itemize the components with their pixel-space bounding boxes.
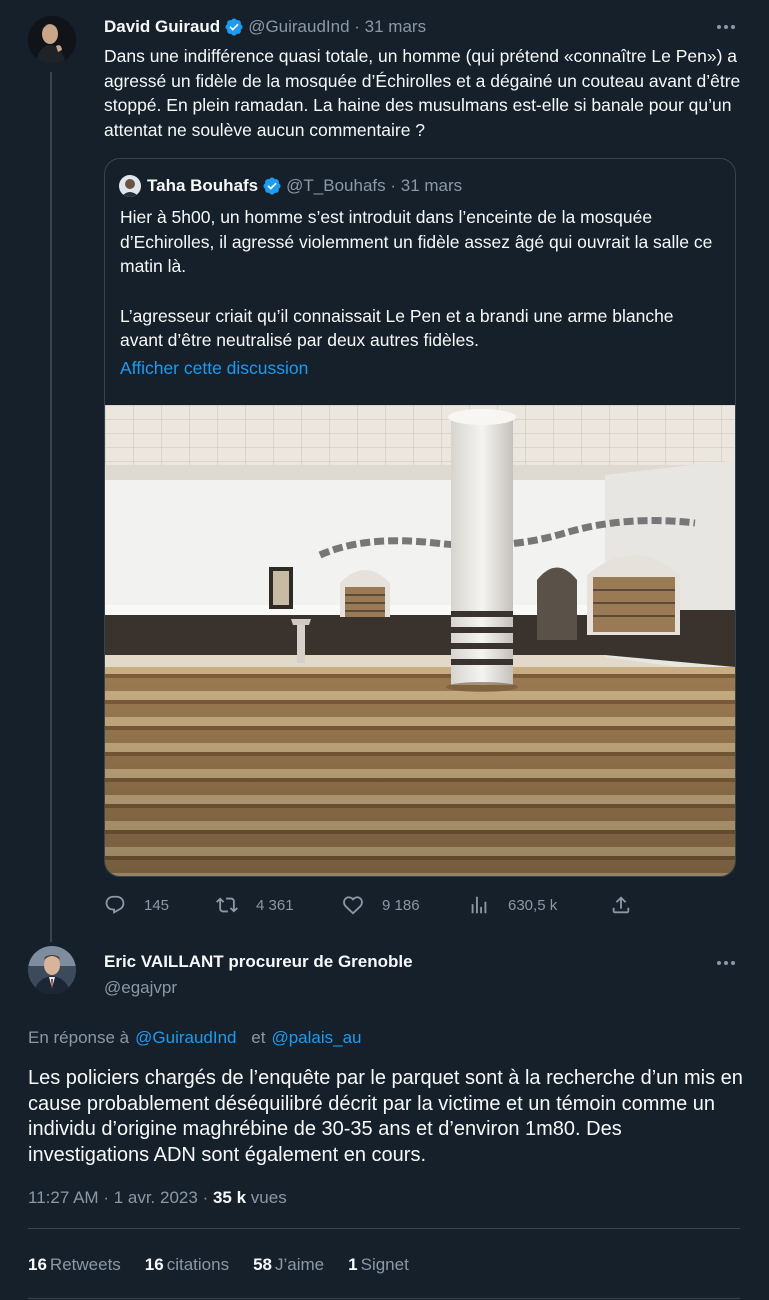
tweet-header: Eric VAILLANT procureur de Grenoble @ega… xyxy=(104,952,413,998)
tweet-meta: 11:27 AM · 1 avr. 2023 · 35 k vues xyxy=(28,1188,287,1208)
separator-dot: · xyxy=(202,1188,213,1207)
tweet-date[interactable]: 31 mars xyxy=(365,17,426,37)
separator-dot: · xyxy=(385,176,401,195)
tweet-text: Dans une indifférence quasi totale, un h… xyxy=(104,46,741,140)
verified-badge-icon xyxy=(263,177,281,195)
bookmarks-label: Signet xyxy=(360,1255,409,1274)
tweet-text: Les policiers chargés de l’enquête par l… xyxy=(28,1067,743,1166)
separator-dot: · xyxy=(349,17,365,36)
show-thread-link[interactable]: Afficher cette discussion xyxy=(120,358,308,379)
parent-tweet[interactable]: David Guiraud @GuiraudInd · 31 mars Dans… xyxy=(0,0,769,942)
views-count: 35 k xyxy=(212,1188,247,1207)
avatar[interactable] xyxy=(28,946,76,994)
bookmarks-count: 1 xyxy=(348,1255,358,1274)
author-name[interactable]: David Guiraud xyxy=(104,17,220,37)
mosque-photo[interactable] xyxy=(105,405,735,876)
quoted-paragraph: L’agresseur criait qu’il connaissait Le … xyxy=(120,305,674,351)
views-label: vues xyxy=(250,1188,287,1207)
more-icon[interactable] xyxy=(715,16,737,38)
author-handle[interactable]: @GuiraudInd xyxy=(248,17,349,37)
reply-mention-link[interactable]: @palais_au xyxy=(271,1028,361,1047)
views-button[interactable]: 630,5 k xyxy=(468,892,557,918)
action-bar: 145 4 361 9 186 630,5 k xyxy=(104,892,634,918)
thread-line xyxy=(50,72,52,942)
reply-prefix: En réponse à xyxy=(28,1028,130,1047)
like-button[interactable]: 9 186 xyxy=(342,892,420,918)
divider xyxy=(28,1298,740,1299)
reply-context: En réponse à @GuiraudInd et @palais_au xyxy=(28,1028,367,1048)
divider xyxy=(28,1228,740,1229)
share-button[interactable] xyxy=(610,892,650,918)
verified-badge-icon xyxy=(225,18,243,36)
tweet-time[interactable]: 11:27 AM xyxy=(28,1188,99,1207)
avatar[interactable] xyxy=(28,16,76,64)
tweet-date: 31 mars xyxy=(400,176,463,195)
quoted-paragraph: Hier à 5h00, un homme s’est introduit da… xyxy=(120,207,713,276)
author-handle[interactable]: @egajvpr xyxy=(104,978,413,998)
views-count: 630,5 k xyxy=(508,896,558,914)
author-handle: @T_Bouhafs xyxy=(286,176,386,195)
separator-dot: · xyxy=(103,1188,114,1207)
quotes-count: 16 xyxy=(144,1255,164,1274)
reply-mention-link[interactable]: @GuiraudInd xyxy=(135,1028,236,1047)
retweets-stat[interactable]: 16 Retweets xyxy=(28,1255,121,1275)
quoted-text: Hier à 5h00, un homme s’est introduit da… xyxy=(120,205,720,378)
quoted-header: Taha Bouhafs @T_Bouhafs · 31 mars xyxy=(119,175,462,197)
more-icon[interactable] xyxy=(715,952,737,974)
retweet-count: 4 361 xyxy=(256,896,294,914)
quoted-tweet[interactable]: Taha Bouhafs @T_Bouhafs · 31 mars Hier à… xyxy=(104,158,736,877)
likes-label: J’aime xyxy=(275,1255,325,1274)
like-icon xyxy=(343,896,363,915)
reply-button[interactable]: 145 xyxy=(104,892,169,918)
retweets-label: Retweets xyxy=(49,1255,121,1274)
reply-count: 145 xyxy=(144,896,170,914)
tweet-date[interactable]: 1 avr. 2023 xyxy=(114,1188,198,1207)
author-name: Taha Bouhafs xyxy=(147,176,259,195)
likes-count: 58 xyxy=(253,1255,273,1274)
like-count: 9 186 xyxy=(382,896,420,914)
share-icon xyxy=(612,896,630,914)
engagement-stats: 16 Retweets 16 citations 58 J’aime 1 Signet xyxy=(28,1255,433,1275)
quotes-stat[interactable]: 16 citations xyxy=(145,1255,229,1275)
likes-stat[interactable]: 58 J’aime xyxy=(253,1255,324,1275)
views-icon xyxy=(471,896,487,914)
retweet-icon xyxy=(216,897,238,913)
author-name[interactable]: Eric VAILLANT procureur de Grenoble xyxy=(104,952,413,972)
retweet-button[interactable]: 4 361 xyxy=(216,892,294,918)
reply-and: et xyxy=(251,1028,266,1047)
retweets-count: 16 xyxy=(28,1255,47,1274)
bookmarks-stat[interactable]: 1 Signet xyxy=(348,1255,409,1275)
reply-icon xyxy=(105,895,125,914)
quotes-label: citations xyxy=(166,1255,230,1274)
avatar xyxy=(119,175,141,197)
tweet-header: David Guiraud @GuiraudInd · 31 mars xyxy=(104,16,426,38)
